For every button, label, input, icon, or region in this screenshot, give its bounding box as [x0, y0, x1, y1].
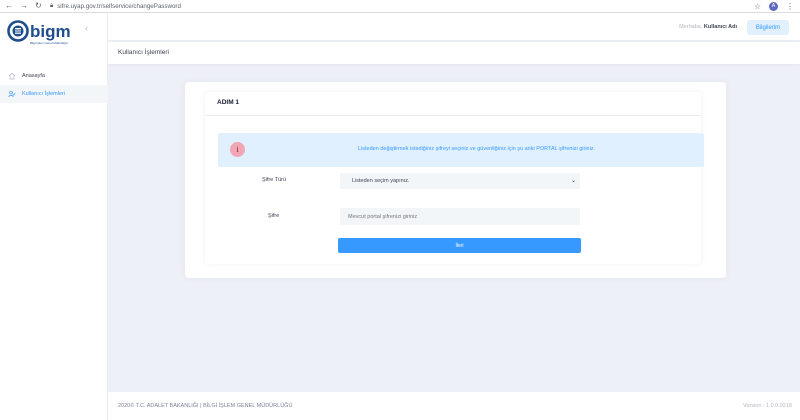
- greeting-text: Merhaba,: [679, 24, 703, 30]
- home-icon: [8, 72, 16, 80]
- my-info-button[interactable]: Bilgilerim: [747, 20, 789, 35]
- url-text[interactable]: sifre.uyap.gov.tr/selfservice/changePass…: [57, 3, 181, 10]
- bigm-logo[interactable]: bigm Bilgi İşlem Genel Müdürlüğü: [6, 17, 76, 51]
- back-icon[interactable]: ←: [5, 2, 13, 10]
- collapse-sidebar-icon[interactable]: ‹: [85, 23, 88, 33]
- step-title: ADIM 1: [217, 99, 240, 106]
- password-type-select[interactable]: Listeden seçim yapınız. ⌄: [340, 173, 580, 189]
- bookmark-star-icon[interactable]: ☆: [754, 2, 761, 11]
- more-menu-icon[interactable]: ⋮: [786, 2, 794, 11]
- divider: [205, 115, 701, 116]
- username: Kullanıcı Adı: [703, 24, 737, 30]
- sidebar-item-label: Anasayfa: [22, 73, 45, 79]
- footer-copyright: 2020© T.C. ADALET BAKANLIĞI | BİLGİ İŞLE…: [118, 403, 293, 409]
- sidebar-item-label: Kullanıcı İşlemleri: [22, 91, 66, 97]
- subheader: Kullanıcı İşlemleri: [108, 42, 800, 64]
- footer-version: Version : 1.0.0.9218: [743, 403, 792, 409]
- sidebar-item-user-operations[interactable]: Kullanıcı İşlemleri: [0, 85, 108, 103]
- logo-brand: bigm: [30, 22, 71, 41]
- lock-icon[interactable]: 🔒︎: [50, 3, 53, 10]
- address-bar[interactable]: 🔒︎ sifre.uyap.gov.tr/selfservice/changeP…: [50, 3, 754, 10]
- info-alert: i Listeden değiştirmek istediğiniz şifre…: [218, 133, 704, 167]
- browser-nav: ← → ↻: [0, 2, 50, 10]
- chevron-down-icon: ⌄: [570, 178, 576, 184]
- current-password-input[interactable]: [340, 208, 580, 225]
- user-edit-icon: [8, 90, 16, 98]
- footer: 2020© T.C. ADALET BAKANLIĞI | BİLGİ İŞLE…: [108, 392, 800, 420]
- user-greeting: Merhaba, Kullanıcı Adı: [679, 24, 737, 30]
- sidebar: bigm Bilgi İşlem Genel Müdürlüğü ‹ Anasa…: [0, 13, 108, 420]
- next-button[interactable]: İleri: [338, 238, 581, 253]
- browser-toolbar: ← → ↻ 🔒︎ sifre.uyap.gov.tr/selfservice/c…: [0, 0, 800, 13]
- page-title: Kullanıcı İşlemleri: [118, 49, 169, 56]
- logo-tagline: Bilgi İşlem Genel Müdürlüğü: [30, 40, 68, 45]
- sidebar-item-home[interactable]: Anasayfa: [0, 67, 108, 85]
- reload-icon[interactable]: ↻: [35, 2, 42, 10]
- select-value: Listeden seçim yapınız.: [352, 178, 410, 184]
- top-header: Merhaba, Kullanıcı Adı Bilgilerim: [108, 13, 800, 41]
- password-type-label: Şifre Türü: [262, 177, 287, 183]
- password-label: Şifre: [268, 213, 280, 219]
- forward-icon[interactable]: →: [20, 2, 28, 10]
- profile-avatar[interactable]: A: [769, 1, 778, 11]
- browser-actions: ☆ A ⋮: [754, 1, 800, 11]
- alert-message: Listeden değiştirmek istediğiniz şifreyi…: [358, 146, 596, 152]
